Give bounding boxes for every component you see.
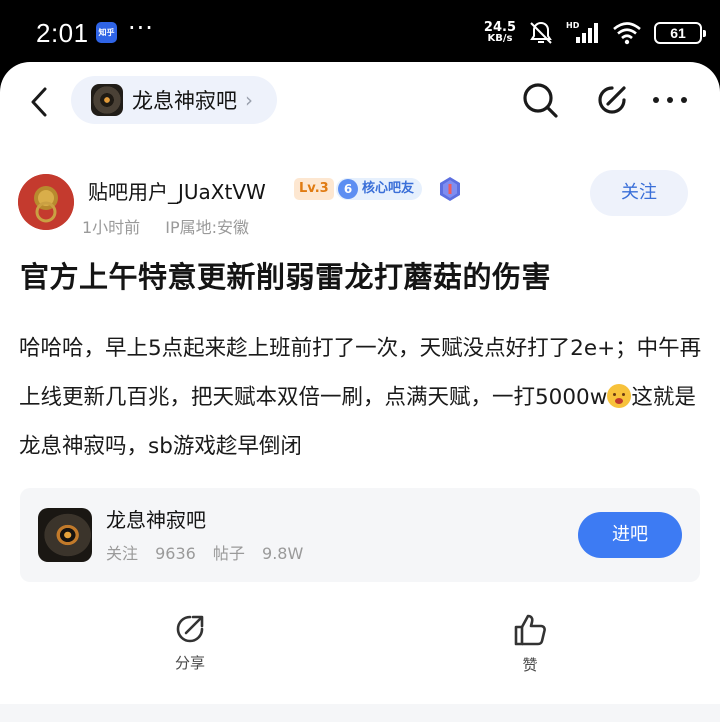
- forum-entry-pill[interactable]: 龙息神寂吧 ›: [71, 76, 277, 124]
- like-button[interactable]: 赞: [490, 612, 570, 688]
- search-button[interactable]: [520, 80, 560, 120]
- forum-name: 龙息神寂吧: [132, 89, 237, 113]
- post-actions: 分享 赞: [0, 612, 720, 688]
- posts-label: 帖子: [212, 544, 245, 563]
- forum-card[interactable]: 龙息神寂吧 关注 9636 帖子 9.8W 进吧: [20, 488, 700, 582]
- rank-medal-icon: [440, 177, 460, 201]
- chevron-left-icon: [31, 87, 47, 117]
- post-body-text: 哈哈哈，早上5点起来趁上班前打了一次，天赋没点好打了2e+；中午再上线更新几百兆…: [19, 336, 702, 410]
- ip-location: IP属地:安徽: [165, 218, 250, 237]
- status-time: 2:01: [36, 18, 89, 48]
- posts-count: 9.8W: [262, 544, 304, 563]
- back-button[interactable]: [22, 82, 56, 122]
- forum-card-stats: 关注 9636 帖子 9.8W: [106, 540, 303, 564]
- lion-door-knocker-icon: [18, 174, 74, 230]
- post-page: 龙息神寂吧 › 贴吧用户_JUaXtVW Lv.3 6 核心吧友 1小时前 IP…: [0, 62, 720, 722]
- post-title: 官方上午特意更新削弱雷龙打蘑菇的伤害: [20, 260, 552, 294]
- top-nav-bar: 龙息神寂吧 ›: [0, 62, 720, 138]
- core-member-badge: 6 核心吧友: [336, 178, 423, 200]
- network-speed-unit: KB/s: [487, 33, 513, 44]
- signal-hd-icon: HD: [566, 21, 598, 43]
- section-divider: [0, 704, 720, 722]
- followers-label: 关注: [106, 544, 139, 563]
- forum-card-avatar: [38, 508, 92, 562]
- laughing-emoji-icon: [607, 384, 632, 408]
- share-button[interactable]: 分享: [150, 612, 230, 688]
- core-badge-label: 核心吧友: [362, 181, 415, 196]
- battery-icon: 61: [654, 22, 706, 44]
- more-notifications-icon: ···: [128, 14, 154, 42]
- author-row: 贴吧用户_JUaXtVW Lv.3 6 核心吧友 1小时前 IP属地:安徽 关注: [18, 170, 708, 244]
- thumbs-up-icon: [514, 614, 546, 646]
- author-name[interactable]: 贴吧用户_JUaXtVW: [88, 176, 266, 205]
- more-horizontal-icon: [653, 97, 687, 103]
- network-speed: 24.5 KB/s: [483, 20, 516, 44]
- level-badge: Lv.3: [294, 178, 334, 200]
- author-avatar[interactable]: [18, 174, 74, 230]
- status-bar: 2:01 知乎 ··· 24.5 KB/s HD 61: [0, 0, 720, 64]
- followers-count: 9636: [155, 544, 196, 563]
- mute-bell-icon: [530, 21, 552, 44]
- more-options-button[interactable]: [650, 80, 690, 120]
- battery-level: 61: [670, 25, 686, 41]
- post-body: 哈哈哈，早上5点起来趁上班前打了一次，天赋没点好打了2e+；中午再上线更新几百兆…: [19, 324, 709, 471]
- zhihu-notification-icon: 知乎: [96, 22, 117, 43]
- forum-avatar: [91, 84, 123, 116]
- post-time: 1小时前: [82, 218, 141, 237]
- edit-icon: [598, 86, 626, 114]
- status-indicators: 24.5 KB/s HD 61: [483, 18, 706, 48]
- network-speed-value: 24.5: [483, 20, 516, 35]
- search-icon: [523, 83, 558, 118]
- follow-button[interactable]: 关注: [590, 170, 688, 216]
- share-icon: [176, 615, 204, 643]
- post-meta: 1小时前 IP属地:安徽: [82, 214, 249, 238]
- core-badge-number: 6: [338, 179, 358, 199]
- svg-text:HD: HD: [566, 21, 580, 30]
- like-label: 赞: [522, 656, 538, 674]
- enter-forum-button[interactable]: 进吧: [578, 512, 682, 558]
- share-label: 分享: [174, 654, 205, 672]
- chevron-right-icon: ›: [245, 88, 253, 112]
- wifi-icon: [613, 22, 641, 45]
- compose-button[interactable]: [592, 80, 632, 120]
- forum-card-name: 龙息神寂吧: [106, 508, 206, 532]
